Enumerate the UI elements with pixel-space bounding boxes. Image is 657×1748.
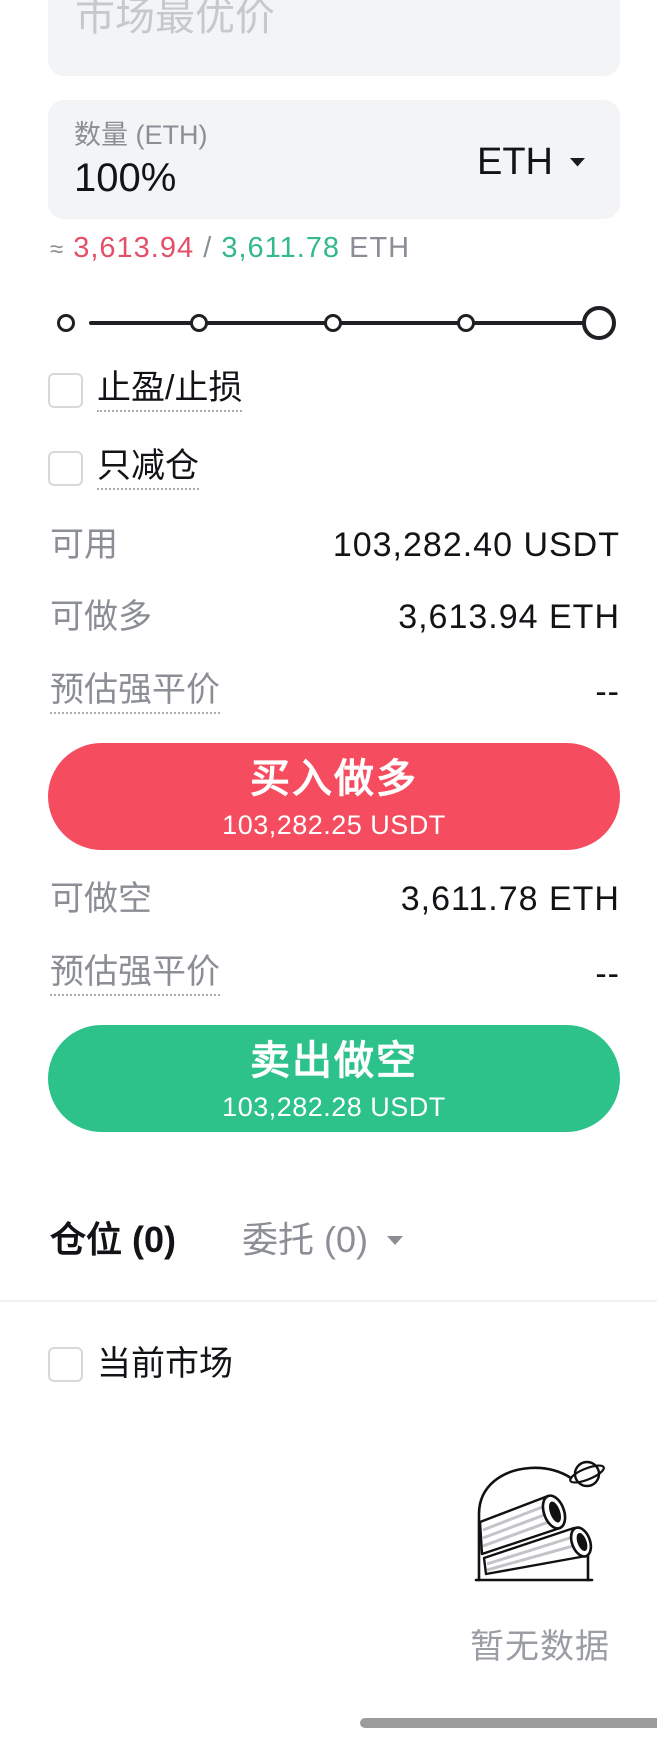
short-liquidation-value: -- (595, 955, 620, 993)
tp-sl-label[interactable]: 止盈/止损 (97, 368, 243, 412)
tab-orders-label: 委托 (0) (242, 1219, 369, 1260)
buy-long-button[interactable]: 买入做多 103,282.25 USDT (48, 743, 620, 850)
available-balance-row: 可用 103,282.40 USDT (50, 523, 620, 567)
quantity-field[interactable]: 数量 (ETH) ETH (48, 100, 620, 219)
quantity-label: 数量 (ETH) (74, 120, 208, 150)
long-max-value: 3,613.94 ETH (398, 598, 620, 636)
tp-sl-option[interactable]: 止盈/止损 (48, 368, 243, 412)
buy-long-price: 103,282.25 USDT (222, 810, 446, 840)
current-market-label[interactable]: 当前市场 (97, 1344, 233, 1384)
long-max-row: 可做多 3,613.94 ETH (50, 595, 620, 639)
estimate-short-max: 3,611.78 (221, 232, 341, 264)
slider-stop[interactable] (57, 314, 75, 332)
tab-positions-label: 仓位 (0) (50, 1219, 177, 1260)
estimate-unit: ETH (349, 232, 411, 264)
sell-short-label: 卖出做空 (250, 1039, 418, 1083)
tabs-divider (0, 1300, 657, 1302)
order-form-page: 数量 (ETH) ETH ≈ 3,613.94 / 3,611.78 ETH 止… (0, 0, 657, 1748)
sell-short-button[interactable]: 卖出做空 103,282.28 USDT (48, 1025, 620, 1132)
current-market-filter[interactable]: 当前市场 (48, 1342, 233, 1386)
tab-orders[interactable]: 委托 (0) (242, 1216, 404, 1264)
caret-down-icon (570, 158, 585, 167)
price-input[interactable] (75, 0, 575, 40)
available-value: 103,282.40 USDT (332, 526, 620, 564)
short-liquidation-label[interactable]: 预估强平价 (50, 952, 220, 996)
current-market-checkbox[interactable] (48, 1346, 83, 1382)
slider-stop[interactable] (323, 314, 342, 332)
sell-short-price: 103,282.28 USDT (222, 1092, 446, 1122)
estimate-separator: / (203, 232, 213, 264)
unit-selector[interactable]: ETH (477, 139, 586, 185)
short-max-row: 可做空 3,611.78 ETH (50, 877, 620, 921)
max-quantity-estimate: ≈ 3,613.94 / 3,611.78 ETH (50, 228, 410, 268)
reduce-only-option[interactable]: 只减仓 (48, 446, 199, 490)
binoculars-observatory-icon (474, 1460, 605, 1582)
slider-thumb[interactable] (582, 306, 616, 340)
tp-sl-checkbox[interactable] (48, 372, 83, 408)
slider-stop[interactable] (190, 314, 209, 332)
short-max-label: 可做空 (50, 880, 152, 918)
quantity-input[interactable] (74, 154, 374, 202)
slider-stop[interactable] (456, 314, 475, 332)
price-field[interactable] (48, 0, 620, 76)
caret-down-icon[interactable] (386, 1235, 404, 1246)
long-liquidation-row: 预估强平价 -- (50, 670, 620, 714)
slider-track-fill[interactable] (89, 321, 599, 325)
estimate-long-max: 3,613.94 (73, 232, 195, 264)
reduce-only-label[interactable]: 只减仓 (97, 446, 199, 490)
buy-long-label: 买入做多 (250, 757, 418, 801)
quantity-slider[interactable] (0, 303, 657, 343)
long-liquidation-label[interactable]: 预估强平价 (50, 670, 220, 714)
unit-selector-value: ETH (477, 141, 553, 183)
approx-sign: ≈ (50, 236, 65, 263)
empty-state-text: 暂无数据 (470, 1628, 610, 1666)
short-max-value: 3,611.78 ETH (400, 880, 620, 918)
available-label: 可用 (50, 526, 118, 564)
tab-positions[interactable]: 仓位 (0) (50, 1216, 176, 1264)
scroll-indicator[interactable] (360, 1718, 657, 1728)
short-liquidation-row: 预估强平价 -- (50, 952, 620, 996)
long-max-label: 可做多 (50, 598, 152, 636)
reduce-only-checkbox[interactable] (48, 450, 83, 486)
long-liquidation-value: -- (595, 673, 620, 711)
